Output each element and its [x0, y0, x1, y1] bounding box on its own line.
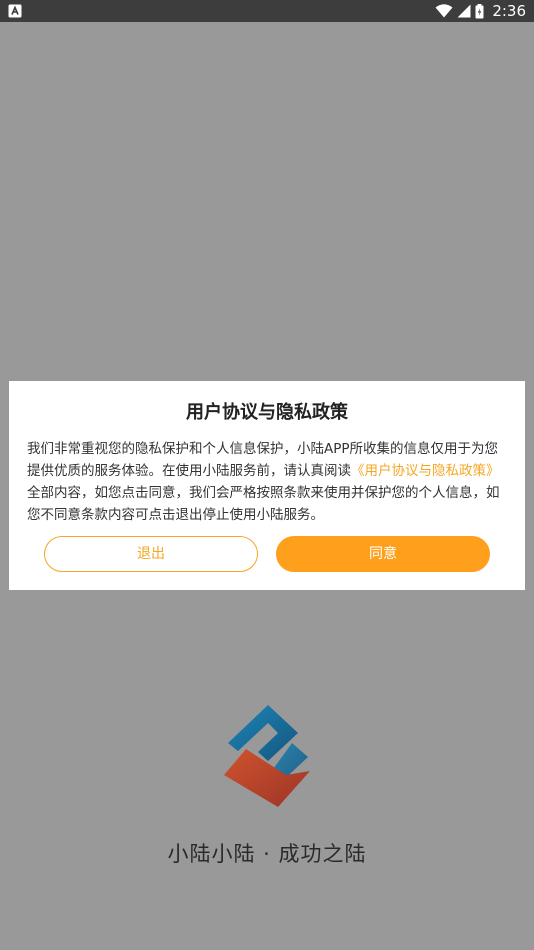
- status-time: 2:36: [492, 2, 526, 20]
- dialog-body: 我们非常重视您的隐私保护和个人信息保护，小陆APP所收集的信息仅用于为您提供优质…: [27, 438, 507, 526]
- app-slogan: 小陆小陆 · 成功之陆: [167, 842, 367, 866]
- status-bar: 2:36: [0, 0, 534, 22]
- wifi-icon: [435, 4, 453, 18]
- agree-button[interactable]: 同意: [276, 536, 490, 572]
- status-icons: 2:36: [435, 0, 526, 22]
- battery-icon: [475, 3, 484, 18]
- app-logo-icon: [224, 705, 310, 807]
- exit-button[interactable]: 退出: [44, 536, 258, 572]
- signal-icon: [457, 4, 471, 18]
- app-notification-icon: [8, 4, 22, 18]
- dialog-title: 用户协议与隐私政策: [186, 402, 348, 423]
- dialog-body-text-rest: 全部内容，如您点击同意，我们会严格按照条款来使用并保护您的个人信息，如您不同意条…: [27, 485, 500, 523]
- privacy-dialog: 用户协议与隐私政策 我们非常重视您的隐私保护和个人信息保护，小陆APP所收集的信…: [9, 381, 525, 590]
- user-agreement-link[interactable]: 《用户协议与隐私政策》: [351, 463, 500, 479]
